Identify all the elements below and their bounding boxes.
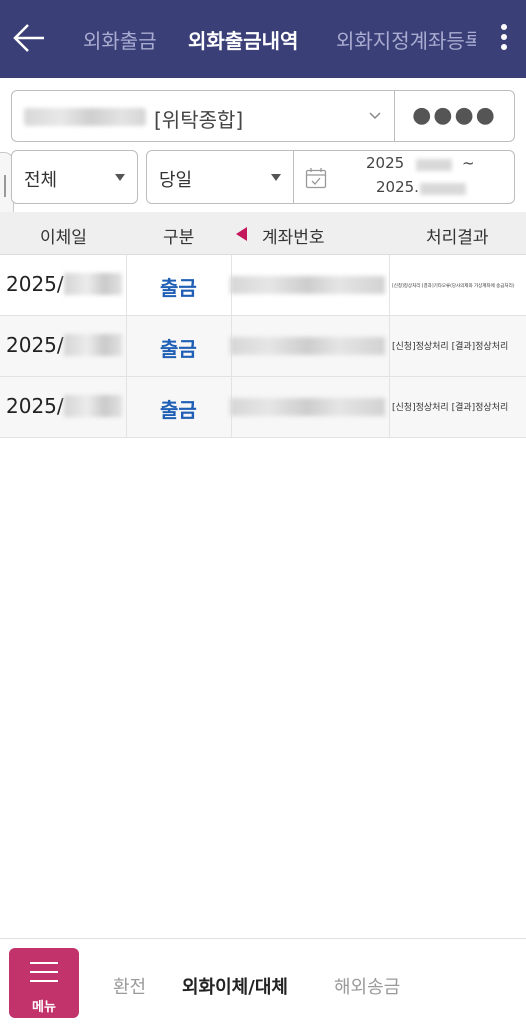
column-header-account: 계좌번호	[262, 228, 325, 248]
bottom-navigation: 메뉴 환전 외화이체/대체 해외송금	[0, 938, 526, 1024]
account-number-masked	[230, 337, 385, 355]
arrow-left-icon	[13, 24, 44, 52]
date-range-picker[interactable]: 2025 ~ 2025.	[293, 150, 515, 204]
menu-button[interactable]: 메뉴	[9, 948, 79, 1018]
menu-label: 메뉴	[32, 1000, 56, 1015]
transaction-type: 출금	[160, 337, 197, 361]
nav-fx-transfer[interactable]: 외화이체/대체	[182, 973, 288, 999]
column-header-result: 처리결과	[426, 228, 489, 248]
nav-exchange[interactable]: 환전	[113, 973, 146, 999]
password-mask: ●●●●	[412, 103, 497, 128]
column-header-date: 이체일	[40, 228, 87, 248]
date-from: 2025	[366, 154, 405, 172]
transfer-date-masked	[64, 395, 122, 417]
scroll-left-arrow-icon[interactable]	[236, 227, 247, 241]
process-result: [신청]정상처리 [결과]정상처리	[392, 342, 509, 352]
transfer-date: 2025/	[6, 272, 64, 296]
tab-fx-withdrawal-history[interactable]: 외화출금내역	[188, 25, 298, 54]
process-result: [신청]정상처리 [결과]정상처리	[392, 403, 509, 413]
transaction-type: 출금	[160, 276, 197, 300]
transfer-date: 2025/	[6, 333, 64, 357]
transfer-date-masked	[64, 273, 122, 295]
account-number-masked	[230, 276, 385, 294]
calendar-icon	[305, 168, 327, 189]
tab-fx-withdrawal[interactable]: 외화출금	[83, 25, 157, 54]
process-result: [신청]정상처리 [결과]기타오류(당사의제와 가상계좌에 송금처리)	[392, 284, 515, 289]
account-number-masked	[24, 108, 146, 126]
column-header-type: 구분	[163, 228, 195, 248]
hamburger-icon	[30, 962, 58, 964]
transfer-date: 2025/	[6, 394, 64, 418]
more-options-button[interactable]	[492, 20, 516, 56]
date-to-masked	[420, 183, 466, 195]
password-field[interactable]: ●●●●	[394, 90, 515, 142]
period-value: 당일	[159, 170, 193, 191]
nav-overseas-remittance[interactable]: 해외송금	[334, 973, 400, 999]
account-number-masked	[230, 398, 385, 416]
chevron-down-icon	[369, 112, 381, 120]
transaction-type-select[interactable]: 전체	[11, 150, 138, 204]
app-header: 외화출금 외화출금내역 외화지정계좌등록	[0, 0, 526, 78]
table-row[interactable]: 2025/ 출금 [신청]정상처리 [결과]정상처리	[0, 316, 526, 377]
tab-fx-designated-account[interactable]: 외화지정계좌등록	[336, 25, 476, 54]
table-header: 이체일 구분 계좌번호 처리결과	[0, 212, 526, 255]
kebab-menu-icon	[501, 24, 507, 30]
transfer-date-masked	[64, 334, 122, 356]
back-button[interactable]	[10, 20, 50, 56]
date-from-masked	[416, 159, 452, 171]
transaction-type: 출금	[160, 398, 197, 422]
period-select[interactable]: 당일	[146, 150, 294, 204]
table-row[interactable]: 2025/ 출금 [신청]정상처리 [결과]정상처리	[0, 377, 526, 438]
caret-down-icon	[115, 174, 125, 181]
transaction-type-value: 전체	[24, 170, 58, 191]
caret-down-icon	[271, 174, 281, 181]
account-select[interactable]: [위탁종합]	[11, 90, 395, 142]
account-type-label: [위탁종합]	[154, 108, 244, 132]
date-separator: ~	[462, 154, 475, 172]
date-to: 2025.	[376, 178, 419, 196]
table-row[interactable]: 2025/ 출금 [신청]정상처리 [결과]기타오류(당사의제와 가상계좌에 송…	[0, 255, 526, 316]
